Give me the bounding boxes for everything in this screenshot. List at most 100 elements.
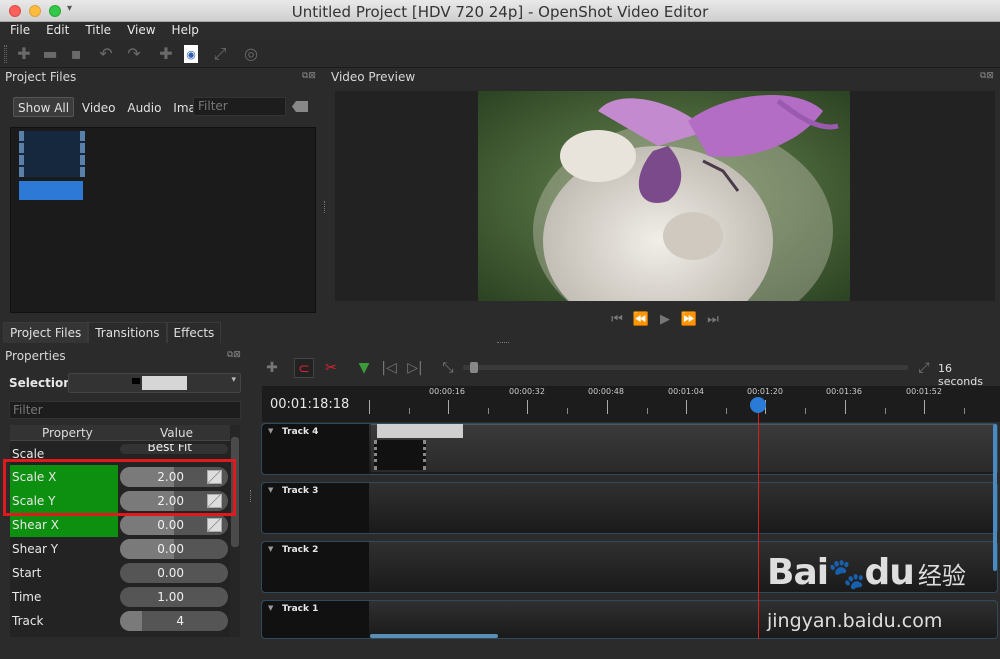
clip-swatch-icon [132, 378, 140, 384]
property-row-time[interactable]: Time 1.00 [10, 585, 230, 609]
property-value-text: 1.00 [157, 590, 184, 604]
menu-title[interactable]: Title [75, 22, 117, 37]
properties-header: Properties [5, 349, 66, 363]
snapping-magnet-icon[interactable]: ⊂ [294, 358, 314, 378]
razor-scissors-icon[interactable]: ✂ [321, 358, 341, 378]
tab-effects[interactable]: Effects [166, 322, 222, 343]
properties-splitter-handle[interactable] [250, 490, 253, 502]
ruler-tick [845, 400, 846, 414]
ruler-label: 00:00:16 [429, 387, 465, 396]
property-value[interactable]: 0.00 [120, 539, 228, 559]
filter-video-button[interactable]: Video [78, 98, 120, 118]
video-preview-header: Video Preview [331, 70, 416, 84]
ruler-label: 00:01:20 [747, 387, 783, 396]
property-value[interactable]: 0.00 [120, 515, 228, 535]
property-value-text: 0.00 [157, 542, 184, 556]
property-value[interactable]: 0.00 [120, 563, 228, 583]
scale-xy-highlight-box [3, 459, 236, 516]
add-track-plus-icon[interactable]: ✚ [262, 358, 282, 378]
property-value[interactable]: 4 [120, 611, 228, 631]
fast-forward-icon[interactable]: ⏩ [677, 312, 701, 327]
track-collapse-icon[interactable]: ▼ [268, 427, 273, 435]
menu-bar: File Edit Title View Help [0, 22, 1000, 40]
next-marker-icon[interactable]: ▷| [405, 358, 425, 378]
window-title-bar: ▾ Untitled Project [HDV 720 24p] - OpenS… [0, 0, 1000, 22]
video-preview-dock-buttons-icon[interactable]: ⧉⊠ [980, 71, 994, 81]
jump-start-icon[interactable]: ⏮ [605, 312, 629, 327]
properties-dock-buttons-icon[interactable]: ⧉⊠ [227, 350, 241, 360]
filter-show-all-button[interactable]: Show All [13, 97, 75, 117]
undo-icon[interactable]: ↶ [96, 44, 116, 64]
tab-transitions[interactable]: Transitions [88, 322, 167, 343]
keyframe-icon[interactable] [207, 518, 222, 532]
zoom-slider-track[interactable] [463, 365, 908, 370]
track-header[interactable]: ▼ Track 1 [262, 601, 369, 638]
properties-filter-input[interactable]: Filter [9, 401, 241, 419]
clear-filter-icon[interactable] [292, 101, 308, 112]
ruler-minor-tick [885, 408, 886, 414]
menu-file[interactable]: File [0, 22, 36, 37]
play-icon[interactable]: ▶ [653, 312, 677, 327]
track-collapse-icon[interactable]: ▼ [268, 545, 273, 553]
track-collapse-icon[interactable]: ▼ [268, 604, 273, 612]
fullscreen-icon[interactable]: ⤢ [210, 44, 230, 64]
property-value[interactable]: 1.00 [120, 587, 228, 607]
timeline-horizontal-scrollbar[interactable] [370, 634, 498, 638]
toolbar-grip-icon[interactable] [4, 45, 7, 63]
horizontal-splitter-handle[interactable] [497, 342, 509, 345]
timeline-ruler[interactable]: 00:01:18:18 00:00:16 00:00:32 00:00:48 0… [262, 386, 1000, 422]
ruler-label: 00:01:52 [906, 387, 942, 396]
ruler-minor-tick [567, 408, 568, 414]
profile-icon[interactable]: ◉ [184, 45, 198, 63]
filter-audio-button[interactable]: Audio [123, 98, 165, 118]
import-files-plus-icon[interactable]: ✚ [156, 44, 176, 64]
ruler-label: 00:01:04 [668, 387, 704, 396]
property-name: Start [12, 566, 42, 580]
redo-icon[interactable]: ↷ [124, 44, 144, 64]
track-row[interactable]: ▼ Track 3 [261, 482, 998, 534]
project-files-dock-buttons-icon[interactable]: ⧉⊠ [302, 71, 316, 81]
selection-dropdown[interactable]: ▾ [68, 373, 241, 393]
zoom-in-icon[interactable]: ⤢ [914, 358, 934, 378]
menu-edit[interactable]: Edit [36, 22, 75, 37]
timeline-clip[interactable] [371, 424, 996, 472]
jump-end-icon[interactable]: ⏭ [701, 312, 725, 327]
playhead-marker-icon[interactable] [750, 397, 766, 413]
save-icon[interactable]: ▪ [66, 44, 86, 64]
properties-scrollbar[interactable] [230, 425, 240, 637]
baidu-jingyan-watermark: Bai🐾du 经验 jingyan.baidu.com [767, 552, 966, 632]
property-value[interactable]: Best Fit [120, 444, 228, 454]
track-collapse-icon[interactable]: ▼ [268, 486, 273, 494]
project-files-header: Project Files [5, 70, 77, 84]
property-row-shear-x[interactable]: Shear X 0.00 [10, 513, 230, 537]
property-row-start[interactable]: Start 0.00 [10, 561, 230, 585]
property-value-text: 4 [176, 614, 184, 628]
zoom-out-icon[interactable]: ⤡ [438, 358, 458, 378]
playhead-line[interactable] [758, 410, 759, 639]
project-files-list[interactable] [10, 127, 316, 313]
add-marker-icon[interactable]: ▼ [354, 358, 374, 378]
file-selection-highlight[interactable] [19, 181, 83, 200]
menu-view[interactable]: View [117, 22, 161, 37]
property-value-text: 0.00 [157, 518, 184, 532]
video-file-thumbnail[interactable] [19, 131, 85, 177]
track-header[interactable]: ▼ Track 2 [262, 542, 369, 592]
track-header[interactable]: ▼ Track 4 [262, 424, 369, 474]
rewind-icon[interactable]: ⏪ [629, 312, 653, 327]
project-files-filter-input[interactable]: Filter [193, 97, 286, 116]
menu-help[interactable]: Help [162, 22, 205, 37]
open-folder-icon[interactable]: ▬ [40, 44, 60, 64]
property-row-shear-y[interactable]: Shear Y 0.00 [10, 537, 230, 561]
property-row-track[interactable]: Track 4 [10, 609, 230, 633]
timeline-vertical-scrollbar[interactable] [993, 424, 997, 571]
previous-marker-icon[interactable]: |◁ [379, 358, 399, 378]
new-project-plus-icon[interactable]: ✚ [14, 44, 34, 64]
clip-swatch-preview [142, 376, 187, 390]
export-video-icon[interactable]: ◎ [241, 44, 261, 64]
zoom-slider-handle[interactable] [470, 362, 478, 373]
clip-title-bar[interactable] [377, 424, 463, 438]
tab-project-files[interactable]: Project Files [3, 322, 89, 343]
track-header[interactable]: ▼ Track 3 [262, 483, 369, 533]
watermark-brand: Bai [767, 552, 829, 593]
vertical-splitter-handle[interactable] [324, 201, 327, 213]
